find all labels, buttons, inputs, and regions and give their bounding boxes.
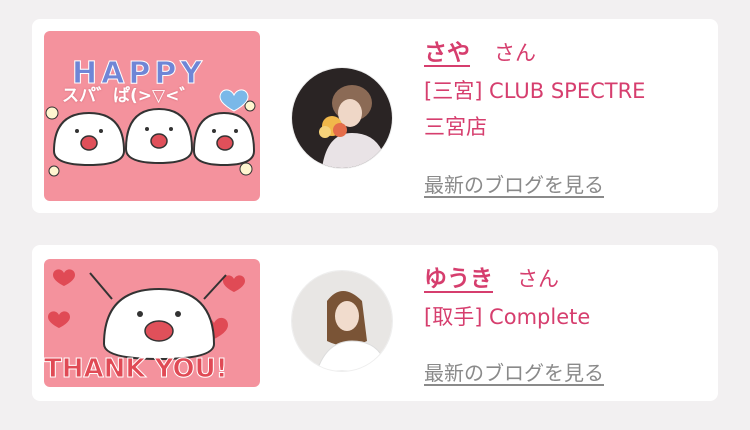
shop-branch-line: 三宮店 <box>424 115 487 139</box>
cast-card[interactable]: HAPPY スパ゛ぱ(>▽<゛ さや さん [三宮] CLUB SPECTRE … <box>32 19 718 213</box>
honorific: さん <box>494 41 536 65</box>
thank-you-text: THANK YOU! <box>44 354 228 384</box>
blog-thumbnail[interactable]: HAPPY スパ゛ぱ(>▽<゛ <box>44 31 260 201</box>
cast-name-link[interactable]: ゆうき <box>424 259 493 293</box>
profile-photo-icon <box>292 271 392 371</box>
sticker-caption: スパ゛ぱ(>▽<゛ <box>62 86 197 106</box>
shop-name: [取手] Complete <box>424 299 590 335</box>
shop-name-line: [三宮] CLUB SPECTRE <box>424 79 646 103</box>
cast-avatar[interactable] <box>291 67 393 169</box>
shop-name: [三宮] CLUB SPECTRE 三宮店 <box>424 73 645 145</box>
latest-blog-link[interactable]: 最新のブログを見る <box>424 357 604 386</box>
latest-blog-link[interactable]: 最新のブログを見る <box>424 169 604 198</box>
thank-you-character-sticker-icon: THANK YOU! <box>44 269 245 385</box>
profile-photo-icon <box>292 68 392 168</box>
blog-thumbnail[interactable]: THANK YOU! <box>44 259 260 387</box>
cast-card[interactable]: THANK YOU! ゆうき さん [取手] Complete 最新のブログを見… <box>32 245 718 401</box>
happy-characters-sticker-icon: HAPPY <box>45 56 256 177</box>
shop-name-line: [取手] Complete <box>424 305 591 329</box>
honorific: さん <box>517 267 559 291</box>
cast-avatar[interactable] <box>291 270 393 372</box>
cast-name-link[interactable]: さや <box>424 33 470 67</box>
